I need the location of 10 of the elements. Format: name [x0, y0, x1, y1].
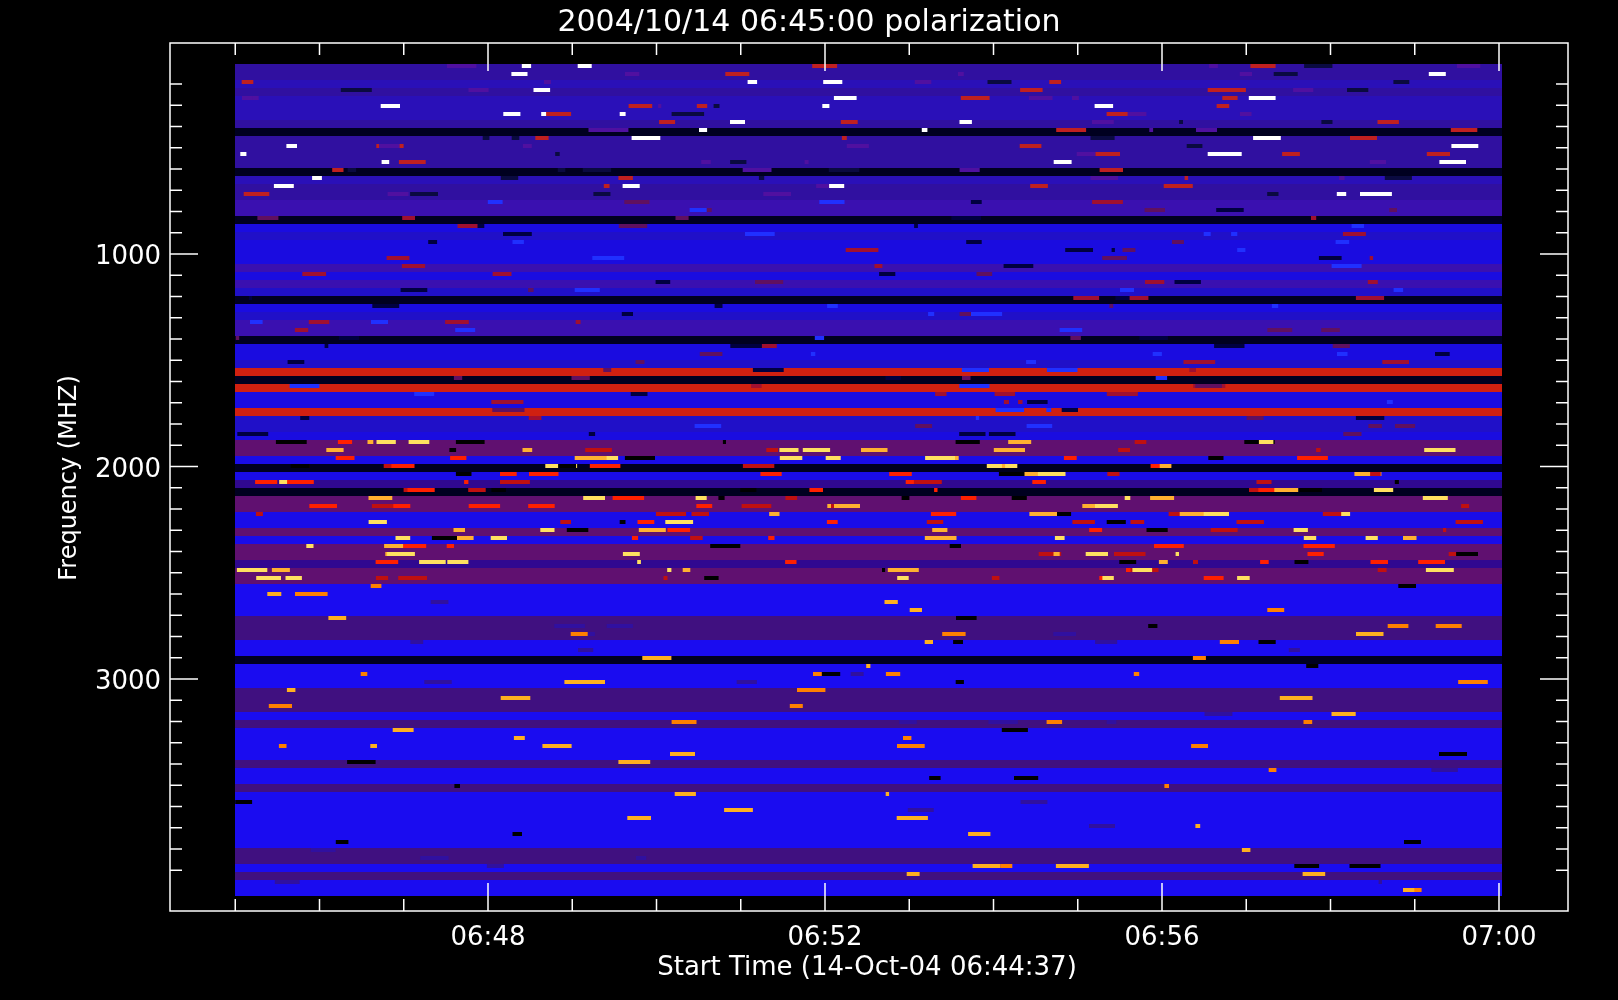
x-tick-label: 06:56 — [1124, 921, 1200, 951]
y-tick-label: 3000 — [94, 665, 162, 695]
y-axis-label: Frequency (MHZ) — [54, 375, 82, 581]
x-tick-label: 07:00 — [1461, 921, 1537, 951]
y-tick-label: 1000 — [94, 240, 162, 270]
x-axis-label: Start Time (14-Oct-04 06:44:37) — [657, 951, 1077, 981]
x-tick-label: 06:52 — [787, 921, 863, 951]
x-tick-label: 06:48 — [450, 921, 526, 951]
y-tick-label: 2000 — [94, 452, 162, 483]
chart-title: 2004/10/14 06:45:00 polarization — [557, 3, 1061, 38]
